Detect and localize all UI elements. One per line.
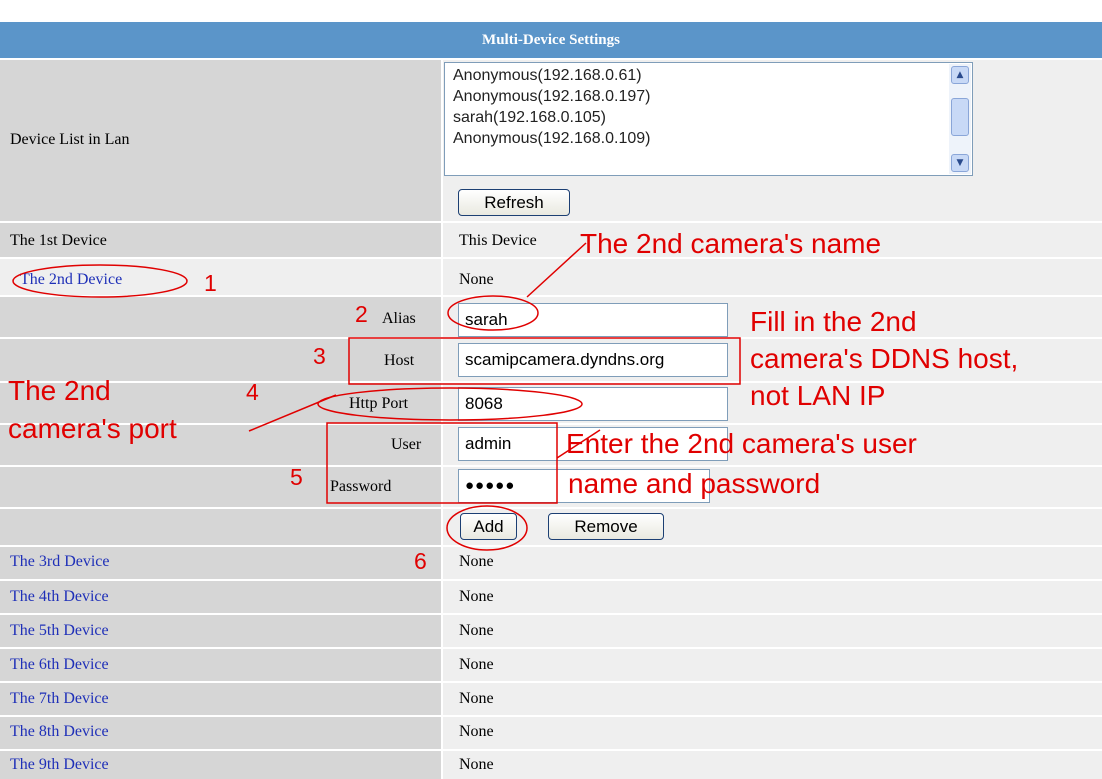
annotation-credentials-line2: name and password (568, 468, 821, 499)
host-label: Host (384, 352, 415, 369)
annotation-port-line2: camera's port (8, 413, 177, 444)
step-number-6: 6 (414, 548, 427, 574)
step-number-3: 3 (313, 343, 326, 369)
device-value-cell (443, 649, 1102, 681)
device-list-label: Device List in Lan (10, 131, 130, 148)
device-value-cell (443, 683, 1102, 715)
device-link-9[interactable]: The 9th Device (10, 756, 109, 774)
device-link-4[interactable]: The 4th Device (10, 588, 109, 606)
multi-device-settings-panel: Multi-Device Settings Device List in Lan… (0, 0, 1102, 779)
second-device-value-cell (443, 259, 1102, 295)
device-value-cell (443, 751, 1102, 779)
second-device-value: None (459, 271, 494, 288)
actions-value-cell (443, 509, 1102, 545)
host-input[interactable]: scamipcamera.dyndns.org (458, 343, 728, 377)
remove-button[interactable]: Remove (548, 513, 664, 540)
scroll-thumb[interactable] (951, 98, 969, 136)
first-device-value: This Device (459, 232, 537, 249)
step-number-1: 1 (204, 270, 217, 296)
alias-label: Alias (382, 310, 416, 327)
step-number-4: 4 (246, 379, 259, 405)
scroll-down-icon[interactable]: ▼ (951, 154, 969, 172)
annotation-ddns-line2: camera's DDNS host, (750, 343, 1019, 374)
device-list-item[interactable]: Anonymous(192.168.0.61) (453, 65, 972, 86)
device-value-cell (443, 547, 1102, 579)
device-value-6: None (459, 656, 494, 673)
device-value-cell (443, 717, 1102, 749)
scroll-up-icon[interactable]: ▲ (951, 66, 969, 84)
port-label: Http Port (349, 395, 409, 412)
add-button[interactable]: Add (460, 513, 517, 540)
device-value-4: None (459, 588, 494, 605)
device-value-8: None (459, 723, 494, 740)
page-title: Multi-Device Settings (0, 22, 1102, 60)
device-list-scrollbar[interactable]: ▲ ▼ (949, 64, 971, 174)
refresh-button[interactable]: Refresh (458, 189, 570, 216)
annotation-ddns-line1: Fill in the 2nd (750, 306, 917, 337)
actions-label-cell (0, 509, 441, 545)
alias-input[interactable]: sarah (458, 303, 728, 337)
device-value-cell (443, 581, 1102, 613)
device-value-5: None (459, 622, 494, 639)
second-device-link[interactable]: The 2nd Device (20, 271, 122, 289)
device-link-6[interactable]: The 6th Device (10, 656, 109, 674)
password-label: Password (330, 478, 392, 495)
alias-label-cell (0, 297, 441, 337)
step-number-2: 2 (355, 301, 368, 327)
step-number-5: 5 (290, 464, 303, 490)
device-link-3[interactable]: The 3rd Device (10, 553, 110, 571)
annotation-ddns-line3: not LAN IP (750, 380, 886, 411)
device-list-item[interactable]: Anonymous(192.168.0.109) (453, 128, 972, 149)
device-link-7[interactable]: The 7th Device (10, 690, 109, 708)
user-label: User (391, 436, 422, 453)
device-value-9: None (459, 756, 494, 773)
device-link-8[interactable]: The 8th Device (10, 723, 109, 741)
annotation-port-line1: The 2nd (8, 375, 111, 406)
first-device-label: The 1st Device (10, 232, 107, 249)
http-port-input[interactable]: 8068 (458, 387, 728, 421)
annotation-credentials-line1: Enter the 2nd camera's user (566, 428, 917, 459)
annotation-camera-name: The 2nd camera's name (580, 228, 882, 259)
device-value-3: None (459, 553, 494, 570)
device-list-box[interactable]: Anonymous(192.168.0.61) Anonymous(192.16… (444, 62, 973, 176)
device-value-cell (443, 615, 1102, 647)
device-list-item[interactable]: Anonymous(192.168.0.197) (453, 86, 972, 107)
device-list-item[interactable]: sarah(192.168.0.105) (453, 107, 972, 128)
device-value-7: None (459, 690, 494, 707)
device-link-5[interactable]: The 5th Device (10, 622, 109, 640)
